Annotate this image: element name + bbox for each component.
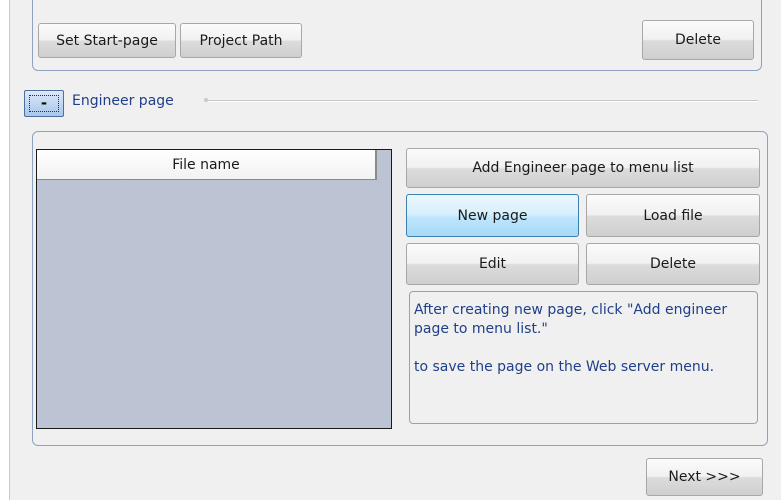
new-page-button[interactable]: New page	[406, 194, 579, 237]
minus-icon: -	[29, 95, 59, 112]
set-start-page-button[interactable]: Set Start-page	[38, 23, 176, 58]
info-message: After creating new page, click "Add engi…	[409, 291, 758, 424]
file-name-column-header[interactable]: File name	[37, 150, 377, 180]
project-path-button[interactable]: Project Path	[180, 23, 302, 58]
next-button[interactable]: Next >>>	[646, 458, 763, 496]
add-to-menu-button[interactable]: Add Engineer page to menu list	[406, 148, 760, 188]
info-line-1: After creating new page, click "Add engi…	[414, 302, 728, 337]
top-delete-button[interactable]: Delete	[642, 20, 754, 60]
info-line-2: to save the page on the Web server menu.	[414, 359, 715, 375]
file-list[interactable]: File name	[36, 149, 392, 429]
section-divider	[204, 98, 758, 102]
section-title: Engineer page	[72, 93, 174, 109]
delete-button[interactable]: Delete	[586, 243, 760, 285]
edit-button[interactable]: Edit	[406, 243, 579, 285]
load-file-button[interactable]: Load file	[586, 194, 760, 237]
collapse-toggle-button[interactable]: -	[24, 90, 64, 117]
